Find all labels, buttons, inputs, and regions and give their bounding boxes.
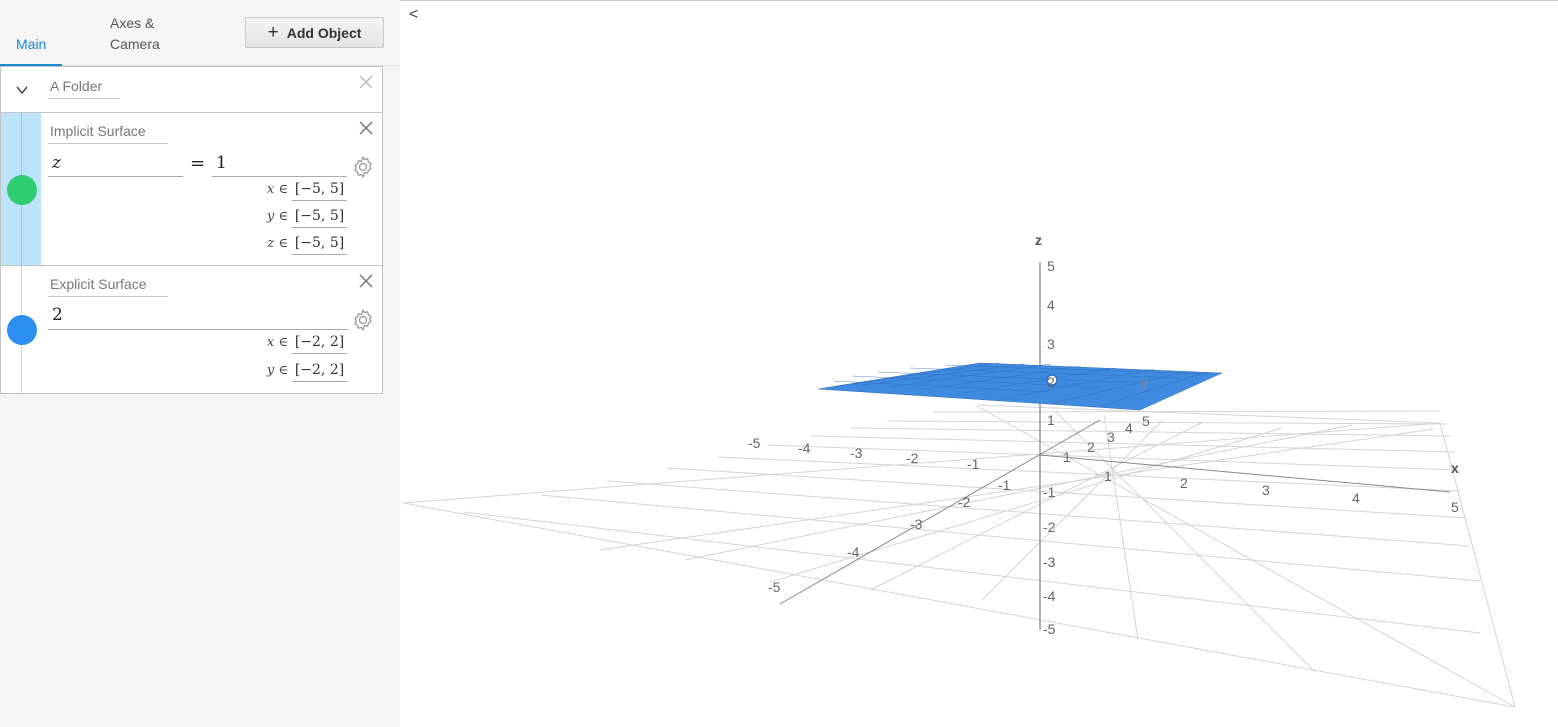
tab-main-label: Main <box>16 36 47 52</box>
y-tick-neg5: -5 <box>748 435 761 451</box>
rhs-input[interactable]: 1 <box>212 153 347 177</box>
chevron-down-icon[interactable] <box>15 83 29 97</box>
x-tick-neg4: -4 <box>847 544 860 560</box>
y-tick-neg4: -4 <box>798 440 811 456</box>
x-range-row: x ∈ [−2, 2] <box>263 332 353 356</box>
x-range-input[interactable]: [−5, 5] <box>292 179 347 201</box>
z-range-input[interactable]: [−5, 5] <box>292 233 347 255</box>
z-axis-label: z <box>1035 232 1042 248</box>
folder-panel: A Folder <box>0 66 383 113</box>
explicit-expression-input[interactable]: 2 <box>48 305 348 330</box>
tab-axes-label-line2: Camera <box>110 36 160 52</box>
scene-canvas[interactable]: z x y 5 4 3 2 1 -1 -2 -3 -4 -5 1 2 3 4 5… <box>400 0 1558 727</box>
lhs-input[interactable]: z <box>48 153 183 177</box>
gear-icon[interactable] <box>351 308 375 332</box>
z-tick-3: 3 <box>1047 336 1055 352</box>
close-icon[interactable] <box>358 74 374 90</box>
floor-grid <box>402 404 1516 708</box>
y-range-row: y ∈ [−5, 5] <box>263 206 353 230</box>
gear-icon[interactable] <box>351 155 375 179</box>
implicit-title-input[interactable]: Implicit Surface <box>48 123 168 144</box>
plus-icon: + <box>267 22 279 43</box>
color-toggle-dot[interactable] <box>7 175 37 205</box>
tab-axes-camera[interactable]: Axes & Camera <box>110 13 170 55</box>
y-tick-neg1: -1 <box>967 456 980 472</box>
color-toggle-dot[interactable] <box>7 315 37 345</box>
x-tick-3: 3 <box>1262 482 1270 498</box>
y-range-label: y ∈ <box>266 209 288 224</box>
z-range-row: z ∈ [−5, 5] <box>263 233 353 257</box>
y-tick-4: 4 <box>1125 420 1133 436</box>
z-tick-neg5: -5 <box>1043 621 1056 637</box>
close-icon[interactable] <box>358 273 374 289</box>
y-tick-1: 1 <box>1063 449 1071 465</box>
z-tick-4: 4 <box>1047 297 1055 313</box>
x-axis-label: x <box>1451 460 1459 476</box>
y-range-input[interactable]: [−2, 2] <box>292 360 347 382</box>
y-axis-label: y <box>1141 374 1148 390</box>
y-range-input[interactable]: [−5, 5] <box>292 206 347 228</box>
tab-axes-label-line1: Axes & <box>110 15 155 31</box>
x-tick-neg1: -1 <box>998 477 1011 493</box>
y-tick-2: 2 <box>1087 439 1095 455</box>
z-tick-neg2: -2 <box>1043 519 1056 535</box>
z-tick-neg3: -3 <box>1043 554 1056 570</box>
x-tick-neg5: -5 <box>768 579 781 595</box>
tab-main[interactable]: Main <box>0 0 62 66</box>
axes-lines <box>779 262 1451 630</box>
tab-bar: Main Axes & Camera + Add Object <box>0 0 400 66</box>
close-icon[interactable] <box>358 120 374 136</box>
y-tick-neg2: -2 <box>906 450 919 466</box>
y-range-label: y ∈ <box>266 363 288 378</box>
z-tick-neg1: -1 <box>1043 484 1056 500</box>
equals-sign: = <box>190 153 206 174</box>
x-tick-5: 5 <box>1451 499 1459 515</box>
z-tick-neg4: -4 <box>1043 588 1056 604</box>
x-range-input[interactable]: [−2, 2] <box>292 332 347 354</box>
y-tick-3: 3 <box>1107 429 1115 445</box>
explicit-surface-panel: Explicit Surface 2 x ∈ [−2, 2] y ∈ [−2, … <box>0 265 383 394</box>
add-object-label: Add Object <box>286 24 362 41</box>
explicit-title-input[interactable]: Explicit Surface <box>48 276 168 297</box>
x-tick-4: 4 <box>1352 490 1360 506</box>
y-tick-5: 5 <box>1142 413 1150 429</box>
x-tick-neg2: -2 <box>958 494 971 510</box>
y-tick-neg3: -3 <box>850 445 863 461</box>
x-tick-2: 2 <box>1180 475 1188 491</box>
z-tick-5: 5 <box>1047 258 1055 274</box>
add-object-button[interactable]: + Add Object <box>245 17 384 48</box>
y-range-row: y ∈ [−2, 2] <box>263 360 353 384</box>
folder-title-input[interactable]: A Folder <box>48 78 120 99</box>
x-tick-1: 1 <box>1104 468 1112 484</box>
z-tick-1: 1 <box>1047 412 1055 428</box>
x-range-row: x ∈ [−5, 5] <box>263 179 353 203</box>
x-range-label: x ∈ <box>266 335 288 350</box>
z-range-label: z ∈ <box>267 236 288 251</box>
x-range-label: x ∈ <box>266 182 288 197</box>
sidebar: Main Axes & Camera + Add Object A Folder… <box>0 0 400 727</box>
x-tick-neg3: -3 <box>910 516 923 532</box>
z-tick-2: 2 <box>1047 374 1055 390</box>
implicit-surface-panel: Implicit Surface z = 1 x ∈ [−5, 5] y ∈ [… <box>0 112 383 266</box>
